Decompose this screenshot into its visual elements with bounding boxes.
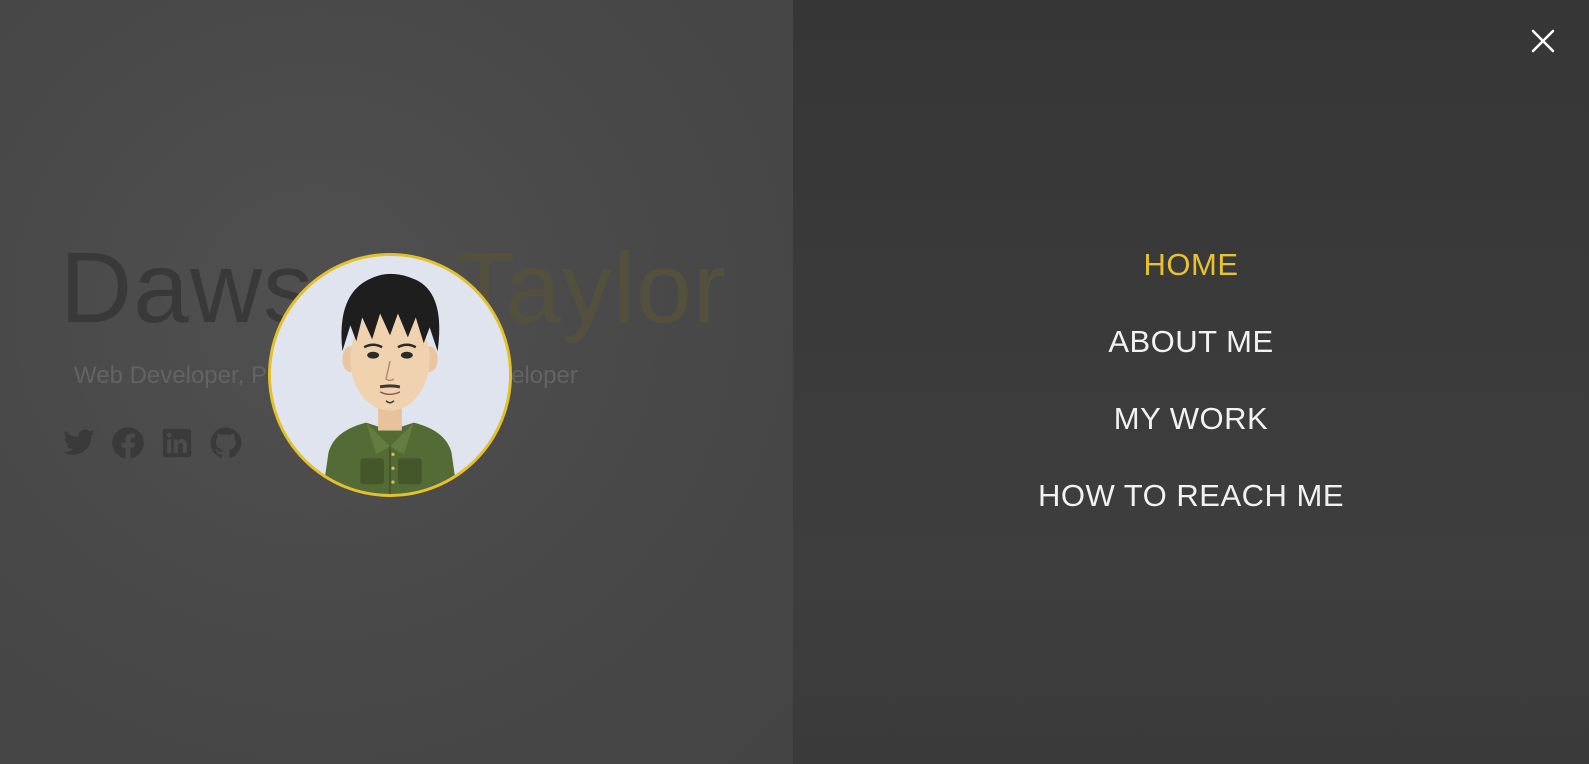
twitter-icon — [63, 429, 95, 455]
github-link[interactable] — [209, 426, 243, 460]
nav-item-home[interactable]: HOME — [793, 243, 1589, 320]
avatar-illustration — [271, 256, 509, 494]
nav-item-how-to-reach-me[interactable]: HOW TO REACH ME — [793, 474, 1589, 551]
nav-menu: HOME ABOUT ME MY WORK HOW TO REACH ME — [793, 243, 1589, 551]
social-links — [62, 426, 243, 460]
close-button[interactable] — [1526, 24, 1560, 58]
github-icon — [210, 427, 242, 458]
twitter-link[interactable] — [62, 426, 96, 460]
facebook-link[interactable] — [111, 426, 145, 460]
linkedin-icon — [162, 428, 192, 458]
close-icon — [1531, 29, 1555, 53]
linkedin-link[interactable] — [160, 426, 194, 460]
facebook-icon — [112, 427, 144, 459]
hero-section: Dawson Taylor Web Developer, Programmer,… — [0, 0, 793, 764]
nav-item-my-work[interactable]: MY WORK — [793, 397, 1589, 474]
nav-overlay: HOME ABOUT ME MY WORK HOW TO REACH ME — [793, 0, 1589, 764]
avatar — [268, 253, 512, 497]
nav-item-about-me[interactable]: ABOUT ME — [793, 320, 1589, 397]
